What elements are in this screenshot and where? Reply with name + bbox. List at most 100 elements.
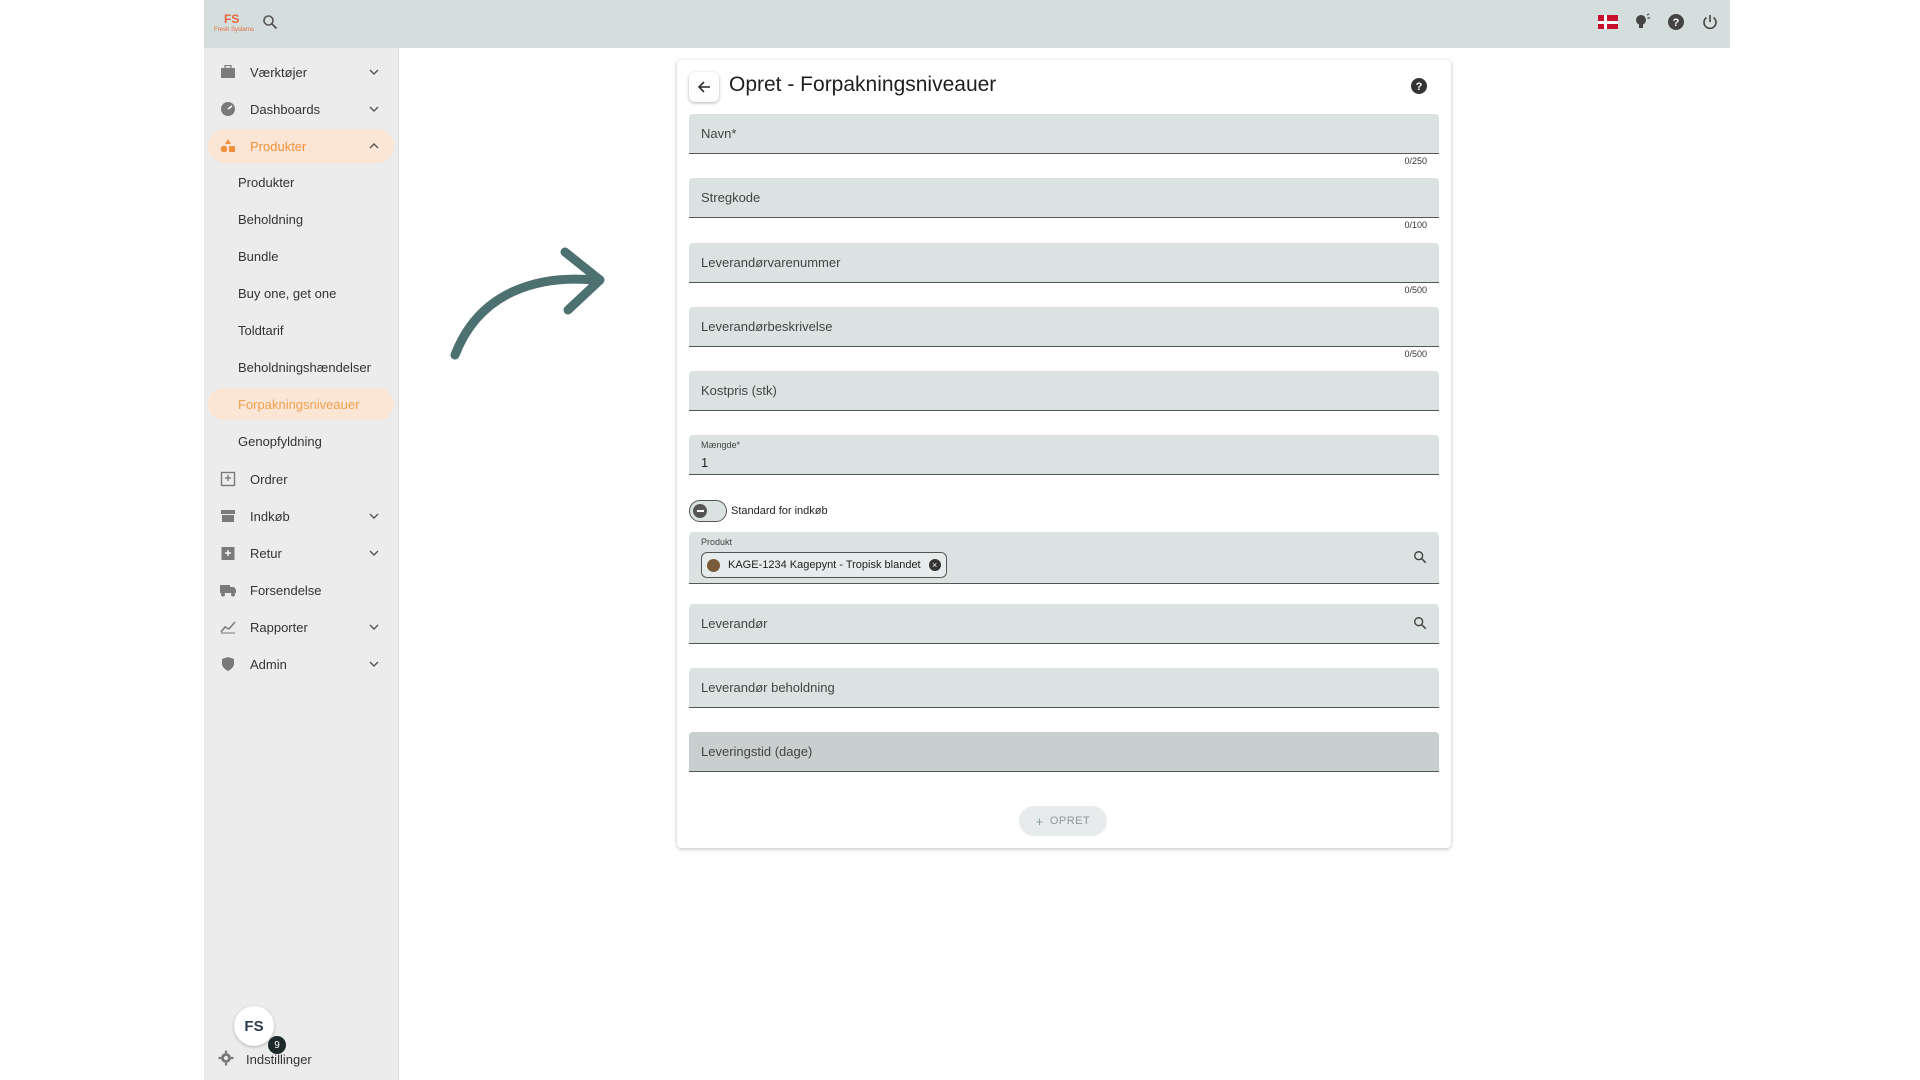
toolbox-icon [218, 65, 238, 79]
sidebar-item-rapporter[interactable]: Rapporter [208, 610, 394, 644]
speedometer-icon [218, 101, 238, 117]
top-bar: FS Fresh Systems ? [204, 0, 1730, 48]
sidebar-subitem-buy-one-get-one[interactable]: Buy one, get one [208, 277, 394, 309]
toggle-label: Standard for indkøb [731, 505, 828, 517]
create-button-label: OPRET [1049, 815, 1091, 827]
leverandor-beholdning-field[interactable]: Leverandør beholdning [689, 668, 1439, 708]
field-label: Produkt [701, 537, 733, 547]
chip-label: KAGE-1234 Kagepynt - Tropisk blandet [728, 559, 921, 571]
search-icon[interactable] [1413, 616, 1427, 635]
sidebar-subitem-bundle[interactable]: Bundle [208, 240, 394, 272]
sidebar-subitem-beholdningshaendelser[interactable]: Beholdningshændelser [208, 351, 394, 383]
toggle-knob [693, 504, 707, 518]
help-icon[interactable]: ? [1666, 12, 1686, 32]
sidebar-item-produkter[interactable]: Produkter [208, 129, 394, 163]
sidebar-item-admin[interactable]: Admin [208, 647, 394, 681]
help-icon[interactable]: ? [1410, 77, 1428, 100]
char-counter: 0/100 [1404, 220, 1427, 230]
stregkode-field[interactable]: Stregkode [689, 178, 1439, 218]
close-icon[interactable]: × [928, 559, 941, 571]
field-label: Leveringstid (dage) [701, 744, 813, 759]
page-title: Opret - Forpakningsniveauer [729, 73, 997, 96]
chevron-down-icon [364, 661, 384, 667]
curved-arrow-icon [450, 247, 605, 360]
sidebar-item-retur[interactable]: Retur [208, 536, 394, 570]
sidebar-item-vaerktoejer[interactable]: Værktøjer [208, 55, 394, 89]
field-label: Leverandørvarenummer [701, 255, 841, 270]
sidebar-subitem-genopfyldning[interactable]: Genopfyldning [208, 425, 394, 457]
truck-icon [218, 583, 238, 597]
standard-toggle-row: Standard for indkøb [689, 500, 828, 522]
leveringstid-field[interactable]: Leveringstid (dage) [689, 732, 1439, 772]
sidebar-item-label: Forsendelse [250, 582, 322, 598]
leverandorbeskrivelse-field[interactable]: Leverandørbeskrivelse [689, 307, 1439, 347]
char-counter: 0/500 [1404, 285, 1427, 295]
sidebar-item-ordrer[interactable]: Ordrer [208, 462, 394, 496]
product-chip[interactable]: KAGE-1234 Kagepynt - Tropisk blandet × [701, 552, 947, 578]
create-form-card: Opret - Forpakningsniveauer ? Navn* 0/25… [677, 60, 1451, 848]
danish-flag-icon[interactable] [1598, 15, 1618, 29]
logo-subtitle: Fresh Systems [214, 27, 255, 33]
settings-label: Indstillinger [246, 1052, 312, 1067]
chevron-down-icon [364, 69, 384, 75]
field-value: 1 [701, 455, 709, 470]
sidebar-item-label: Retur [250, 545, 282, 561]
search-icon[interactable] [262, 14, 278, 35]
sidebar-item-label: Admin [250, 656, 287, 672]
char-counter: 0/250 [1404, 156, 1427, 166]
admin-shield-icon [218, 656, 238, 672]
chevron-down-icon [364, 513, 384, 519]
power-icon[interactable] [1700, 12, 1720, 32]
chevron-down-icon [364, 106, 384, 112]
navn-field[interactable]: Navn* [689, 114, 1439, 154]
field-label: Kostpris (stk) [701, 383, 777, 398]
leverandorvarenummer-field[interactable]: Leverandørvarenummer [689, 243, 1439, 283]
product-avatar [707, 558, 720, 572]
svg-text:?: ? [1416, 81, 1423, 93]
arrow-left-icon [697, 81, 710, 93]
company-logo[interactable]: FS Fresh Systems [214, 12, 256, 36]
lightbulb-icon[interactable] [1632, 12, 1652, 32]
sidebar-item-label: Dashboards [250, 101, 321, 117]
plus-icon: + [1035, 813, 1044, 829]
produkt-field[interactable]: Produkt KAGE-1234 Kagepynt - Tropisk bla… [689, 532, 1439, 584]
chevron-down-icon [364, 550, 384, 556]
sidebar-subitem-produkter[interactable]: Produkter [208, 166, 394, 198]
maengde-field[interactable]: Mængde* 1 [689, 435, 1439, 475]
create-button[interactable]: + OPRET [1019, 806, 1107, 836]
svg-text:?: ? [1673, 17, 1680, 29]
leverandor-field[interactable]: Leverandør [689, 604, 1439, 644]
kostpris-field[interactable]: Kostpris (stk) [689, 371, 1439, 411]
back-button[interactable] [689, 72, 719, 102]
sidebar-item-settings[interactable]: Indstillinger [218, 1050, 312, 1069]
sidebar-item-label: Ordrer [250, 471, 288, 487]
field-label: Stregkode [701, 190, 761, 205]
char-counter: 0/500 [1404, 349, 1427, 359]
field-label: Leverandør [701, 616, 768, 631]
sidebar-item-label: Rapporter [250, 619, 308, 635]
inbox-icon [218, 471, 238, 487]
search-icon[interactable] [1413, 550, 1427, 569]
return-box-icon [218, 545, 238, 561]
sidebar-item-label: Produkter [250, 138, 307, 154]
field-label: Mængde* [701, 440, 741, 450]
field-label: Navn* [701, 126, 737, 141]
gear-icon [218, 1050, 234, 1069]
sidebar-subitem-forpakningsniveauer[interactable]: Forpakningsniveauer [208, 388, 394, 420]
shapes-icon [218, 138, 238, 154]
sidebar-subitem-beholdning[interactable]: Beholdning [208, 203, 394, 235]
chart-icon [218, 620, 238, 634]
sidebar-item-dashboards[interactable]: Dashboards [208, 92, 394, 126]
standard-toggle[interactable] [689, 500, 727, 522]
logo-text: FS [224, 12, 240, 26]
chevron-up-icon [364, 143, 384, 149]
sidebar-item-label: Indkøb [250, 508, 290, 524]
sidebar-item-label: Værktøjer [250, 64, 308, 80]
sidebar-subitem-toldtarif[interactable]: Toldtarif [208, 314, 394, 346]
sidebar-item-forsendelse[interactable]: Forsendelse [208, 573, 394, 607]
store-icon [218, 509, 238, 523]
chevron-down-icon [364, 624, 384, 630]
field-label: Leverandørbeskrivelse [701, 319, 833, 334]
field-label: Leverandør beholdning [701, 680, 835, 695]
sidebar-item-indkoeb[interactable]: Indkøb [208, 499, 394, 533]
